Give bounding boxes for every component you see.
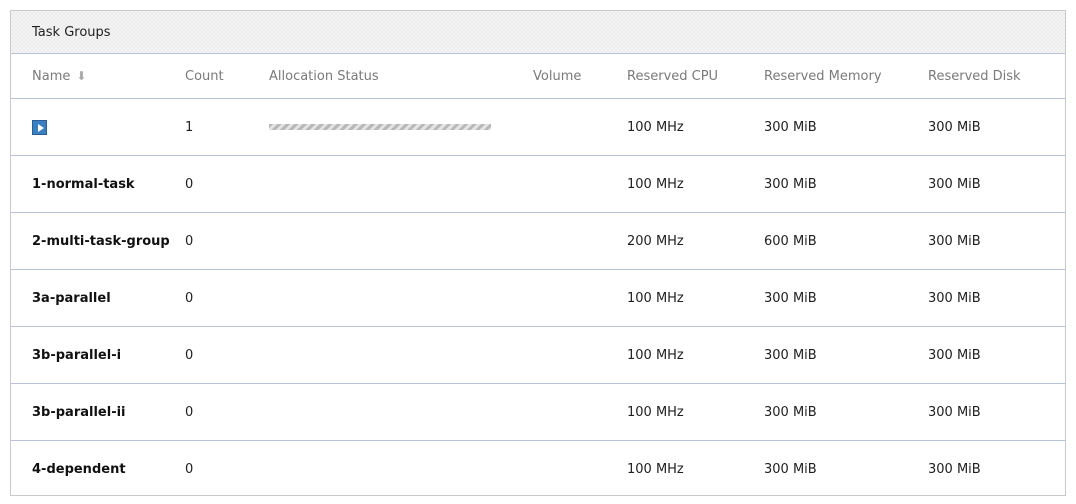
task-group-reserved-memory: 300 MiB (764, 326, 928, 384)
task-group-reserved-memory: 300 MiB (764, 461, 817, 477)
allocation-status-bar (269, 124, 491, 130)
column-header-reserved-cpu[interactable]: Reserved CPU (627, 54, 764, 99)
table-row[interactable]: 1-normal-task 0 100 MHz 300 MiB 300 MiB (11, 155, 1065, 213)
column-header-reserved-disk[interactable]: Reserved Disk (928, 54, 1065, 99)
task-group-count: 0 (185, 326, 269, 384)
task-group-volume (533, 98, 627, 156)
column-header-allocation-status: Allocation Status (269, 54, 533, 99)
play-icon[interactable] (32, 119, 47, 135)
task-groups-panel: Task Groups Name ⬇ Count Allocation Statu… (10, 10, 1066, 496)
table-row[interactable]: 3a-parallel 0 100 MHz 300 MiB 300 MiB (11, 269, 1065, 327)
allocation-status-cell (269, 155, 533, 213)
task-group-volume (533, 269, 627, 327)
task-group-reserved-cpu: 100 MHz (627, 383, 764, 441)
task-group-reserved-disk: 300 MiB (928, 326, 1065, 384)
allocation-status-cell (269, 441, 533, 498)
allocation-status-cell (269, 326, 533, 384)
task-group-reserved-memory: 300 MiB (764, 383, 928, 441)
task-group-count: 1 (185, 98, 269, 156)
task-group-volume (533, 212, 627, 270)
allocation-status-cell (269, 383, 533, 441)
task-group-reserved-cpu: 100 MHz (627, 155, 764, 213)
task-group-reserved-disk: 300 MiB (928, 383, 1065, 441)
task-group-reserved-disk: 300 MiB (928, 98, 1065, 156)
panel-title: Task Groups (11, 11, 1065, 54)
task-group-name[interactable]: 4-dependent (11, 441, 185, 498)
sort-down-icon[interactable]: ⬇ (76, 69, 86, 83)
task-group-reserved-disk: 300 MiB (928, 461, 981, 477)
table-row[interactable]: 3b-parallel-ii 0 100 MHz 300 MiB 300 MiB (11, 383, 1065, 441)
task-group-volume (533, 441, 627, 498)
header-row: Name ⬇ Count Allocation Status Volume Res… (11, 54, 1065, 99)
task-group-volume (533, 155, 627, 213)
column-header-reserved-memory[interactable]: Reserved Memory (764, 54, 928, 99)
table-row[interactable]: 1 100 MHz 300 MiB 300 MiB (11, 98, 1065, 156)
task-group-count: 0 (185, 269, 269, 327)
column-header-count[interactable]: Count (185, 54, 269, 99)
task-group-reserved-memory: 300 MiB (764, 155, 928, 213)
task-group-name[interactable]: 3a-parallel (11, 269, 185, 327)
task-group-reserved-memory: 600 MiB (764, 212, 928, 270)
task-group-name[interactable]: 3b-parallel-ii (11, 383, 185, 441)
task-group-reserved-cpu: 100 MHz (627, 461, 684, 477)
table-row[interactable]: 4-dependent 0 100 MHz 300 MiB 300 MiB (11, 441, 1065, 498)
task-group-volume (533, 383, 627, 441)
column-header-name[interactable]: Name ⬇ (11, 54, 185, 99)
task-group-count: 0 (185, 155, 269, 213)
task-group-reserved-cpu: 100 MHz (627, 269, 764, 327)
task-group-count: 0 (185, 461, 194, 477)
task-group-reserved-cpu: 100 MHz (627, 326, 764, 384)
task-group-reserved-cpu: 100 MHz (627, 98, 764, 156)
task-group-count: 0 (185, 212, 269, 270)
allocation-status-cell (269, 269, 533, 327)
task-group-name[interactable]: 3b-parallel-i (11, 326, 185, 384)
table-body: 1 100 MHz 300 MiB 300 MiB 1-normal-task … (11, 98, 1065, 498)
task-group-reserved-cpu: 200 MHz (627, 212, 764, 270)
task-group-count: 0 (185, 383, 269, 441)
table-header: Name ⬇ Count Allocation Status Volume Res… (11, 54, 1065, 99)
task-group-reserved-disk: 300 MiB (928, 155, 1065, 213)
task-group-reserved-memory: 300 MiB (764, 98, 928, 156)
column-header-volume[interactable]: Volume (533, 54, 627, 99)
task-group-name[interactable]: 2-multi-task-group (11, 212, 185, 270)
task-group-reserved-memory: 300 MiB (764, 269, 928, 327)
table-row[interactable]: 3b-parallel-i 0 100 MHz 300 MiB 300 MiB (11, 326, 1065, 384)
allocation-status-cell (269, 212, 533, 270)
task-group-name-cell[interactable] (11, 98, 185, 156)
column-header-name-label: Name (32, 68, 71, 84)
task-group-volume (533, 326, 627, 384)
task-group-name[interactable]: 1-normal-task (11, 155, 185, 213)
task-group-reserved-disk: 300 MiB (928, 212, 1065, 270)
allocation-status-cell (269, 98, 533, 156)
table-row[interactable]: 2-multi-task-group 0 200 MHz 600 MiB 300… (11, 212, 1065, 270)
task-group-reserved-disk: 300 MiB (928, 269, 1065, 327)
task-groups-table: Name ⬇ Count Allocation Status Volume Res… (11, 54, 1065, 497)
